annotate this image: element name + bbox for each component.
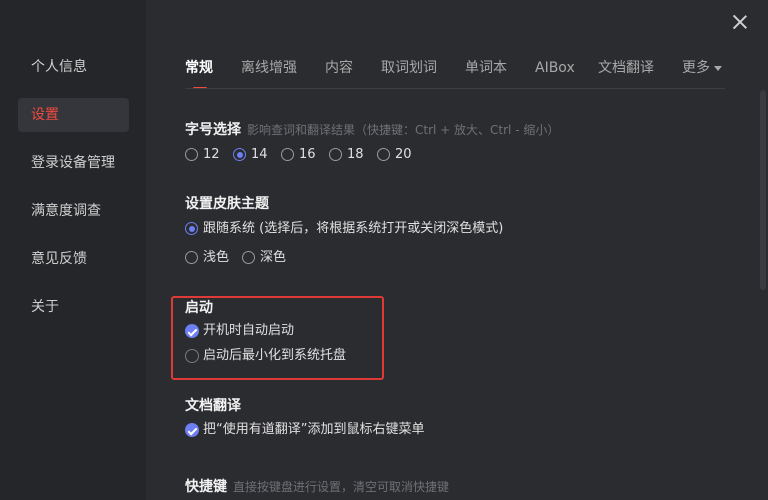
sidebar-item-personal-info[interactable]: 个人信息 (18, 50, 129, 84)
option-label: 把“使用有道翻译”添加到鼠标右键菜单 (203, 422, 425, 437)
radio-icon (281, 148, 294, 161)
tab-more[interactable]: 更多 (682, 57, 722, 81)
skin-option-light[interactable]: 浅色 (185, 249, 229, 267)
scrollbar[interactable] (760, 90, 766, 290)
skin-title: 设置皮肤主题 (185, 196, 269, 212)
option-label: 16 (299, 147, 316, 162)
tab-aibox[interactable]: AIBox (535, 57, 575, 81)
font-size-option-20[interactable]: 20 (377, 146, 412, 164)
checkbox-checked-icon (185, 324, 199, 338)
font-size-option-18[interactable]: 18 (329, 146, 364, 164)
skin-option-dark[interactable]: 深色 (242, 249, 286, 267)
radio-icon (242, 251, 255, 264)
option-label: 浅色 (203, 250, 230, 265)
radio-icon (185, 148, 198, 161)
tabs-divider (185, 88, 725, 89)
tab-wordbook[interactable]: 单词本 (465, 57, 507, 81)
tab-more-label: 更多 (682, 60, 710, 76)
option-label: 启动后最小化到系统托盘 (203, 348, 347, 363)
font-size-hint: 影响查词和翻译结果（快捷键：Ctrl + 放大、Ctrl - 缩小） (247, 123, 560, 137)
sidebar-item-device-management[interactable]: 登录设备管理 (18, 146, 129, 180)
option-label: 深色 (260, 250, 287, 265)
tab-general[interactable]: 常规 (185, 57, 213, 89)
option-label: 12 (203, 147, 220, 162)
radio-selected-icon (233, 148, 246, 161)
skin-option-follow-system[interactable]: 跟随系统 (选择后，将根据系统打开或关闭深色模式) (185, 220, 503, 238)
checkbox-checked-icon (185, 423, 199, 437)
option-label: 14 (251, 147, 268, 162)
option-label: 20 (395, 147, 412, 162)
font-size-option-12[interactable]: 12 (185, 146, 220, 164)
radio-icon (185, 251, 198, 264)
font-size-title: 字号选择 影响查词和翻译结果（快捷键：Ctrl + 放大、Ctrl - 缩小） (185, 119, 559, 139)
startup-minimize-tray-checkbox[interactable]: 启动后最小化到系统托盘 (185, 347, 346, 365)
startup-auto-start-checkbox[interactable]: 开机时自动启动 (185, 322, 294, 340)
sidebar: 个人信息 设置 登录设备管理 满意度调查 意见反馈 关于 (0, 0, 146, 500)
shortcut-hint: 直接按键盘进行设置，清空可取消快捷键 (233, 480, 450, 494)
font-size-option-16[interactable]: 16 (281, 146, 316, 164)
shortcut-title-text: 快捷键 (185, 479, 227, 495)
sidebar-item-about[interactable]: 关于 (18, 290, 129, 324)
startup-title: 启动 (185, 300, 213, 316)
radio-icon (329, 148, 342, 161)
font-size-option-14[interactable]: 14 (233, 146, 268, 164)
option-label: 18 (347, 147, 364, 162)
settings-tabs: 常规 离线增强 内容 取词划词 单词本 AIBox 文档翻译 更多 (185, 57, 730, 89)
doc-translate-title: 文档翻译 (185, 398, 241, 414)
sidebar-item-settings[interactable]: 设置 (18, 98, 129, 132)
doc-translate-context-menu-checkbox[interactable]: 把“使用有道翻译”添加到鼠标右键菜单 (185, 421, 424, 439)
option-label: 开机时自动启动 (203, 323, 295, 338)
chevron-down-icon (714, 65, 722, 71)
tab-word-capture[interactable]: 取词划词 (381, 57, 437, 81)
font-size-title-text: 字号选择 (185, 122, 241, 138)
close-icon[interactable] (730, 12, 750, 32)
settings-window: 个人信息 设置 登录设备管理 满意度调查 意见反馈 关于 常规 离线增强 内容 … (0, 0, 768, 500)
shortcut-title: 快捷键 直接按键盘进行设置，清空可取消快捷键 (185, 476, 449, 496)
sidebar-item-survey[interactable]: 满意度调查 (18, 194, 129, 228)
tab-content[interactable]: 内容 (325, 57, 353, 81)
tab-doc-translate[interactable]: 文档翻译 (598, 57, 654, 81)
radio-icon (377, 148, 390, 161)
sidebar-item-feedback[interactable]: 意见反馈 (18, 242, 129, 276)
tab-offline-enhance[interactable]: 离线增强 (241, 57, 297, 81)
checkbox-icon (185, 349, 199, 363)
radio-selected-icon (185, 222, 198, 235)
option-label: 跟随系统 (选择后，将根据系统打开或关闭深色模式) (203, 221, 504, 236)
